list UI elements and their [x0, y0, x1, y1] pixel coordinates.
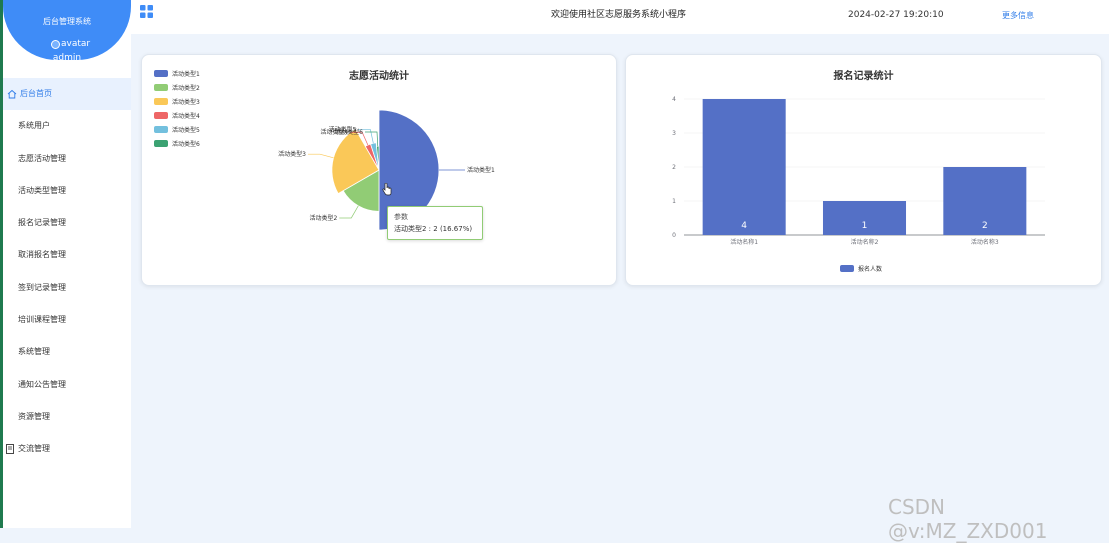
sidebar-item-cancellations[interactable]: 取消报名管理 [3, 239, 131, 271]
bar-data-label: 1 [862, 221, 868, 231]
username: admin [52, 53, 82, 63]
sidebar-item-label: 交流管理 [18, 444, 50, 454]
y-tick-label: 3 [672, 130, 676, 137]
sidebar-item-label: 后台首页 [20, 89, 52, 98]
datetime: 2024-02-27 19:20:10 [848, 10, 944, 20]
pie-slice-label: 活动类型2 [309, 214, 337, 222]
sidebar-item-registrations[interactable]: 报名记录管理 [3, 207, 131, 239]
pie-chart-card: 志愿活动统计 活动类型1 活动类型2 活动类型3 活动类型4 活动类型5 活动类型6 活动… [141, 54, 617, 286]
bar-legend-label: 报名人数 [858, 266, 883, 273]
sidebar-item-label: 报名记录管理 [18, 218, 66, 228]
watermark: CSDN @v:MZ_ZXD001 [888, 495, 1048, 543]
grid-menu-icon[interactable] [140, 5, 153, 18]
bar-data-label: 2 [982, 221, 988, 231]
pie-slice-label: 活动类型6 [335, 128, 363, 136]
y-tick-label: 4 [672, 96, 676, 103]
tooltip-title: 参数 [394, 213, 408, 221]
sidebar-item-label: 志愿活动管理 [18, 153, 66, 163]
top-header: 欢迎使用社区志愿服务系统小程序 2024-02-27 19:20:10 更多信息 [131, 0, 1109, 34]
x-tick-label: 活动名称1 [730, 238, 758, 246]
pie-label-line [339, 205, 359, 219]
pie-tooltip: 参数 活动类型2 : 2 (16.67%) [387, 206, 483, 240]
bar-data-label: 4 [741, 221, 747, 231]
avatar-alt-text: avatar [61, 39, 91, 49]
pie-chart[interactable]: 活动类型1活动类型2活动类型3活动类型4活动类型5活动类型6 [142, 55, 616, 285]
pie-slice-label: 活动类型1 [467, 166, 495, 174]
sidebar-menu: 后台首页 系统用户 志愿活动管理 活动类型管理 报名记录管理 取消报名管理 签到… [3, 78, 131, 466]
y-tick-label: 1 [672, 198, 676, 205]
app-title: 后台管理系统 [43, 17, 91, 26]
pie-slice-label: 活动类型3 [278, 150, 306, 158]
x-tick-label: 活动名称3 [971, 238, 999, 246]
sidebar-item-label: 通知公告管理 [18, 379, 66, 389]
y-tick-label: 2 [672, 164, 676, 171]
sidebar-item-label: 系统管理 [18, 347, 50, 357]
sidebar-item-label: 资源管理 [18, 411, 50, 421]
more-info-link[interactable]: 更多信息 [1002, 10, 1034, 21]
hand-cursor-icon [382, 183, 392, 196]
sidebar-item-label: 活动类型管理 [18, 185, 66, 195]
sidebar-item-label: 系统用户 [18, 121, 50, 131]
sidebar-item-system[interactable]: 系统管理 [3, 336, 131, 368]
sidebar-item-training[interactable]: 培训课程管理 [3, 304, 131, 336]
sidebar-item-volunteer-activities[interactable]: 志愿活动管理 [3, 143, 131, 175]
sidebar-item-communication[interactable]: 交流管理 [3, 433, 131, 465]
y-tick-label: 0 [672, 232, 676, 239]
avatar-image-icon [51, 39, 60, 49]
bar-legend-swatch [840, 265, 854, 272]
bar-legend: 报名人数 [840, 264, 882, 273]
bar-chart-card: 报名记录统计 0 1 2 3 4 4 活动名称1 1 活动名称2 2 活动名称3 报名人数 [625, 54, 1102, 286]
sidebar-item-notices[interactable]: 通知公告管理 [3, 369, 131, 401]
sidebar: 后台管理系统 avatar admin 后台首页 系统用户 志愿活动管理 活动类… [3, 0, 131, 528]
pie-label-line [307, 153, 334, 159]
tooltip-text: 活动类型2 : 2 (16.67%) [394, 225, 473, 233]
bar[interactable] [702, 99, 786, 235]
sidebar-item-label: 取消报名管理 [18, 250, 66, 260]
sidebar-item-activity-types[interactable]: 活动类型管理 [3, 175, 131, 207]
sidebar-item-home[interactable]: 后台首页 [3, 78, 131, 111]
welcome-text: 欢迎使用社区志愿服务系统小程序 [551, 10, 687, 20]
document-icon [6, 444, 14, 455]
home-icon [7, 89, 17, 99]
sidebar-item-label: 培训课程管理 [18, 315, 66, 325]
brand-header: 后台管理系统 avatar admin [3, 0, 131, 63]
bar-chart[interactable]: 0 1 2 3 4 4 活动名称1 1 活动名称2 2 活动名称3 [626, 55, 1101, 285]
sidebar-item-checkins[interactable]: 签到记录管理 [3, 272, 131, 304]
avatar[interactable]: avatar [51, 39, 90, 49]
sidebar-item-label: 签到记录管理 [18, 282, 66, 292]
sidebar-item-resources[interactable]: 资源管理 [3, 401, 131, 433]
sidebar-item-system-users[interactable]: 系统用户 [3, 110, 131, 142]
x-tick-label: 活动名称2 [851, 238, 879, 246]
